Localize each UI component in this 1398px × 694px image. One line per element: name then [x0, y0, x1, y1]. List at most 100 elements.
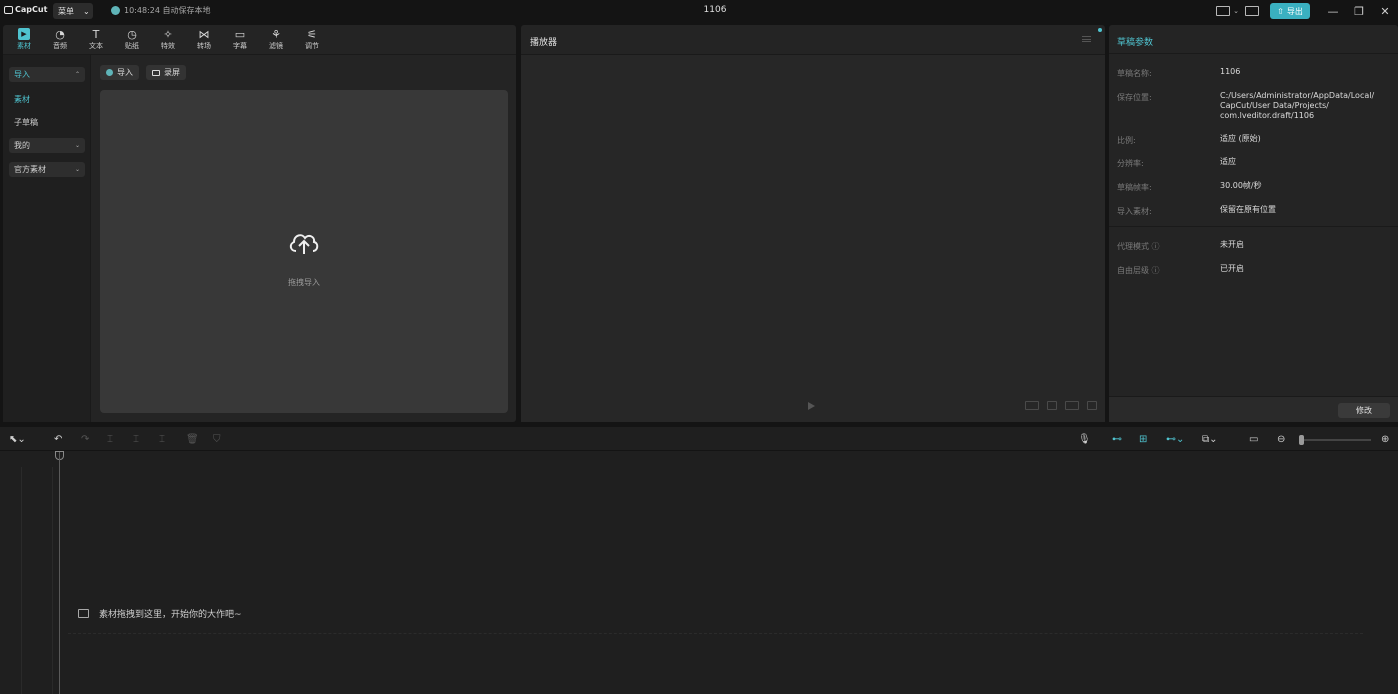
ratio-icon[interactable]: [1025, 401, 1039, 410]
drop-import-zone[interactable]: 拖拽导入: [100, 90, 508, 413]
auto-snap-icon[interactable]: ⊞: [1139, 434, 1147, 445]
timeline-panel: ⬉⌄ ↶ ↷ ⌶ ⌶ ⌶ 🗑 ⛉ 🎙 ⊷ ⊞ ⊷⌄ ⧉⌄ ▭ ⊖ ⊕ 素材拖拽到…: [0, 427, 1398, 694]
playhead[interactable]: [59, 452, 60, 694]
project-title: 1106: [703, 5, 727, 15]
player-panel: 播放器: [521, 25, 1105, 422]
proxy-mode-label: 代理模式 ⓘ: [1117, 242, 1160, 251]
tab-effects[interactable]: ✧ 特效: [150, 25, 186, 54]
sidebar-item-import[interactable]: 导入 ⌃: [9, 67, 85, 82]
shortcut-icon[interactable]: [1245, 6, 1259, 16]
modify-button[interactable]: 修改: [1338, 403, 1390, 418]
tab-filter[interactable]: ⚘ 滤镜: [258, 25, 294, 54]
zoom-slider[interactable]: [1301, 439, 1371, 441]
linkage-icon[interactable]: ⊷⌄: [1166, 434, 1184, 445]
cloud-upload-icon: [289, 234, 319, 254]
undo-icon[interactable]: ↶: [54, 434, 62, 445]
import-media-value: 保留在原有位置: [1220, 205, 1276, 214]
media-icon: ▶: [18, 28, 30, 40]
drop-import-text: 拖拽导入: [288, 278, 320, 287]
camera-icon: [152, 69, 160, 76]
split-right-icon[interactable]: ⌶: [159, 434, 165, 445]
focus-icon[interactable]: [1047, 401, 1057, 410]
draft-name-label: 草稿名称:: [1117, 69, 1152, 78]
tab-audio[interactable]: ◔ 音频: [42, 25, 78, 54]
delete-icon[interactable]: 🗑: [186, 434, 199, 445]
chevron-down-icon: ⌄: [74, 166, 80, 173]
audio-icon: ◔: [55, 27, 65, 41]
import-button[interactable]: 导入: [100, 65, 139, 80]
select-cursor-icon[interactable]: ⬉⌄: [9, 434, 26, 445]
framerate-label: 草稿帧率:: [1117, 183, 1152, 192]
plus-circle-icon: [106, 69, 113, 76]
adjust-icon: ⚟: [307, 27, 317, 41]
tab-media[interactable]: ▶ 素材: [6, 25, 42, 54]
tab-caption[interactable]: ▭ 字幕: [222, 25, 258, 54]
menu-button[interactable]: 菜单 ⌄: [53, 3, 93, 19]
tab-sticker[interactable]: ◷ 贴纸: [114, 25, 150, 54]
free-layer-value: 已开启: [1220, 264, 1244, 273]
track-divider: [21, 467, 22, 694]
zoom-in-icon[interactable]: ⊕: [1381, 434, 1389, 445]
status-dot: [1098, 28, 1102, 32]
logo-text: CapCut: [15, 5, 48, 14]
sidebar-item-media[interactable]: 素材: [14, 94, 30, 105]
layout-icon[interactable]: [1216, 6, 1231, 16]
split-icon[interactable]: ⌶: [107, 434, 113, 445]
menu-label: 菜单: [58, 6, 74, 16]
close-button[interactable]: ✕: [1372, 5, 1398, 18]
minimize-button[interactable]: —: [1320, 5, 1346, 18]
film-icon: [78, 609, 89, 618]
caption-icon: ▭: [234, 27, 246, 41]
redo-icon[interactable]: ↷: [81, 434, 89, 445]
chevron-down-icon: ⌄: [83, 6, 90, 16]
record-screen-button[interactable]: 录屏: [146, 65, 186, 80]
draft-params-panel: 草稿参数 草稿名称: 1106 保存位置: C:/Users/Administr…: [1109, 25, 1398, 422]
main-track[interactable]: [68, 633, 1363, 634]
sidebar-item-official[interactable]: 官方素材 ⌄: [9, 162, 85, 177]
proxy-mode-value: 未开启: [1220, 240, 1244, 249]
media-sidebar: 导入 ⌃ 素材 子草稿 我的 ⌄ 官方素材 ⌄: [3, 55, 91, 422]
preview-canvas[interactable]: [521, 55, 1105, 422]
autosave-text: 10:48:24 自动保存本地: [124, 6, 211, 15]
resolution-label: 分辨率:: [1117, 159, 1144, 168]
upload-icon: ⇧: [1277, 6, 1284, 16]
split-left-icon[interactable]: ⌶: [133, 434, 139, 445]
divider: [1109, 226, 1398, 227]
subtitle-icon[interactable]: ▭: [1249, 434, 1258, 445]
zoom-out-icon[interactable]: ⊖: [1277, 434, 1285, 445]
ratio-value: 适应 (原始): [1220, 134, 1261, 143]
restore-button[interactable]: ❐: [1346, 5, 1372, 18]
chevron-down-icon: ⌄: [74, 142, 80, 149]
sticker-icon: ◷: [127, 27, 137, 41]
zoom-slider-handle[interactable]: [1299, 435, 1304, 445]
sidebar-item-subdraft[interactable]: 子草稿: [14, 117, 38, 128]
capcut-logo-icon: [4, 5, 13, 14]
shield-icon[interactable]: ⛉: [213, 434, 221, 445]
free-layer-label: 自由层级 ⓘ: [1117, 266, 1160, 275]
tab-text[interactable]: T 文本: [78, 25, 114, 54]
resolution-value: 适应: [1220, 157, 1236, 166]
timeline-empty-hint: 素材拖拽到这里，开始你的大作吧~: [78, 607, 242, 620]
menu-icon[interactable]: [1082, 36, 1091, 42]
microphone-icon[interactable]: 🎙: [1078, 434, 1091, 445]
sidebar-item-mine[interactable]: 我的 ⌄: [9, 138, 85, 153]
save-location-value: C:/Users/Administrator/AppData/Local/ Ca…: [1220, 91, 1375, 120]
aspect-icon[interactable]: [1065, 401, 1079, 410]
fullscreen-icon[interactable]: [1087, 401, 1097, 410]
framerate-value: 30.00帧/秒: [1220, 181, 1262, 190]
draft-name-value: 1106: [1220, 67, 1241, 76]
import-media-label: 导入素材:: [1117, 207, 1152, 216]
media-panel: ▶ 素材 ◔ 音频 T 文本 ◷ 贴纸 ✧ 特效 ⋈ 转场 ▭ 字幕 ⚘ 滤镜 ⚟ 调节 导入 ⌃…: [3, 25, 516, 422]
export-label: 导出: [1286, 6, 1303, 16]
filter-icon: ⚘: [271, 27, 281, 41]
tab-transition[interactable]: ⋈ 转场: [186, 25, 222, 54]
export-button[interactable]: ⇧ 导出: [1270, 3, 1310, 19]
title-bar: CapCut 菜单 ⌄ 10:48:24 自动保存本地 1106 ⌄ ⇧ 导出 …: [0, 0, 1398, 22]
preview-axis-icon[interactable]: ⧉⌄: [1202, 434, 1218, 445]
play-icon[interactable]: [808, 402, 815, 410]
magnet-link-icon[interactable]: ⊷: [1112, 434, 1122, 445]
ratio-label: 比例:: [1117, 136, 1136, 145]
save-location-label: 保存位置:: [1117, 93, 1152, 102]
tab-adjust[interactable]: ⚟ 调节: [294, 25, 330, 54]
chevron-down-icon[interactable]: ⌄: [1233, 7, 1239, 15]
